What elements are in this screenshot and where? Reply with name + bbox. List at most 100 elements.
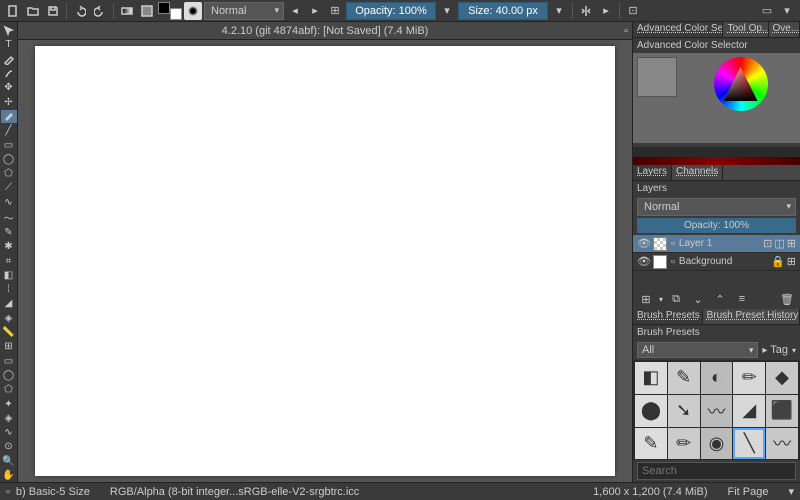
tag-filter-button[interactable]: ▸ Tag [760, 344, 790, 356]
workspace-menu-icon[interactable]: ▾ [778, 2, 796, 20]
tool-fill[interactable]: ◢ [1, 297, 17, 310]
tool-gradient[interactable]: ◧ [1, 269, 17, 282]
visibility-icon[interactable]: 👁 [637, 237, 649, 250]
mirror-v-button[interactable]: ▸ [597, 2, 615, 20]
opacity-slider[interactable]: Opacity: 100% [346, 2, 436, 20]
close-tab-icon[interactable]: ▫ [624, 25, 628, 37]
brush-preset[interactable]: ╲ [733, 428, 765, 460]
tool-edit-shape[interactable] [1, 53, 17, 66]
layer-properties-button[interactable]: ≡ [733, 290, 751, 308]
tool-assist[interactable]: ◈ [1, 312, 17, 325]
brush-preset[interactable]: ◉ [701, 428, 733, 460]
layer-name[interactable]: Background [679, 256, 767, 267]
blend-next-button[interactable]: ▸ [306, 2, 324, 20]
lock-icon[interactable]: 🔒 [771, 255, 785, 268]
redo-button[interactable] [91, 2, 109, 20]
brush-preset[interactable]: 〰 [701, 395, 733, 427]
layer-blend-combo[interactable]: Normal [637, 198, 796, 216]
brush-preset[interactable]: ✏ [668, 428, 700, 460]
tag-menu-icon[interactable]: ▾ [792, 346, 796, 355]
tool-picker[interactable]: ⁞ [1, 283, 17, 296]
brush-preset[interactable]: 〰 [766, 428, 798, 460]
layer-menu-icon[interactable]: ⊞ [787, 255, 796, 268]
brush-preset[interactable]: ➘ [668, 395, 700, 427]
tool-rectsel[interactable]: ▭ [1, 355, 17, 368]
undo-button[interactable] [71, 2, 89, 20]
last-color-swatch[interactable] [637, 57, 677, 97]
canvas[interactable] [35, 46, 615, 476]
pattern-icon[interactable] [138, 2, 156, 20]
layer-alpha-icon[interactable]: ◫ [774, 237, 784, 250]
tool-freehand[interactable]: 〜 [1, 210, 17, 225]
tool-arrow[interactable] [1, 24, 17, 37]
move-down-button[interactable]: ⌄ [689, 290, 707, 308]
duplicate-layer-button[interactable]: ⧉ [667, 290, 685, 308]
delete-layer-button[interactable]: 🗑 [778, 290, 796, 308]
statusbar-selector-icon[interactable]: ▫ [6, 486, 10, 498]
hue-history-strip[interactable] [633, 147, 800, 165]
workspace-button[interactable]: ▭ [758, 2, 776, 20]
tool-transform[interactable]: ✥ [1, 81, 17, 94]
tool-bezier[interactable]: ∿ [1, 196, 17, 209]
brush-preset[interactable]: ◧ [635, 362, 667, 394]
tab-brush-presets[interactable]: Brush Presets [633, 309, 703, 324]
opacity-menu-icon[interactable]: ▾ [438, 2, 456, 20]
tool-similar[interactable]: ◈ [1, 412, 17, 425]
tool-lasso[interactable]: ◯ [1, 369, 17, 382]
tool-rect[interactable]: ▭ [1, 138, 17, 151]
tool-zoom[interactable]: 🔍 [1, 455, 17, 468]
tool-text[interactable]: T [1, 38, 17, 51]
blend-mode-combo[interactable]: Normal [204, 2, 284, 20]
mirror-h-button[interactable] [577, 2, 595, 20]
brush-size-slider[interactable]: Size: 40.00 px [458, 2, 548, 20]
color-wheel[interactable] [714, 57, 768, 111]
tool-polyline[interactable]: ⟋ [1, 181, 17, 194]
layer-name[interactable]: Layer 1 [679, 238, 759, 249]
move-up-button[interactable]: ⌃ [711, 290, 729, 308]
tab-channels[interactable]: Channels [672, 165, 723, 180]
layer-row[interactable]: 👁 ▫ Background 🔒⊞ [633, 253, 800, 271]
tool-move[interactable]: ✢ [1, 95, 17, 108]
tool-brush[interactable] [1, 110, 17, 123]
visibility-icon[interactable]: 👁 [637, 255, 649, 268]
tool-magnetic[interactable]: ⊙ [1, 440, 17, 453]
tool-multibrush[interactable]: ✱ [1, 240, 17, 253]
brush-preset[interactable]: ✏ [733, 362, 765, 394]
brush-name-status[interactable]: b) Basic-5 Size [16, 486, 90, 498]
preset-search-input[interactable] [637, 462, 796, 480]
color-swatches[interactable] [158, 2, 182, 20]
brush-preset[interactable]: ✎ [668, 362, 700, 394]
brush-preset[interactable]: ◐ [701, 362, 733, 394]
brush-preset[interactable]: ⬤ [635, 395, 667, 427]
tool-contig[interactable]: ✦ [1, 397, 17, 410]
layer-row[interactable]: 👁 ▫ Layer 1 ⊡◫⊞ [633, 235, 800, 253]
new-file-button[interactable] [4, 2, 22, 20]
tool-beziersel[interactable]: ∿ [1, 426, 17, 439]
bg-color-swatch[interactable] [170, 8, 182, 20]
tab-tool-options[interactable]: Tool Op... [723, 22, 768, 37]
layer-opacity-slider[interactable]: Opacity: 100% [637, 218, 796, 233]
tool-polysel[interactable]: ⬠ [1, 383, 17, 396]
document-tab[interactable]: 4.2.10 (git 4874abf): [Not Saved] (7.4 M… [18, 22, 632, 40]
tool-calligraphy[interactable] [1, 67, 17, 80]
brush-preview-icon[interactable] [184, 2, 202, 20]
tab-brush-history[interactable]: Brush Preset History [703, 309, 800, 324]
save-file-button[interactable] [44, 2, 62, 20]
add-layer-button[interactable]: ⊞ [637, 290, 655, 308]
zoom-status[interactable]: Fit Page [728, 486, 769, 498]
tool-measure[interactable]: 📏 [1, 326, 17, 339]
add-layer-menu-icon[interactable]: ▾ [659, 295, 663, 304]
brush-preset[interactable]: ✎ [635, 428, 667, 460]
tool-line[interactable]: ╱ [1, 124, 17, 137]
tool-crop[interactable]: ⌗ [1, 254, 17, 267]
tool-ellipse[interactable]: ◯ [1, 153, 17, 166]
tab-layers[interactable]: Layers [633, 165, 672, 180]
brush-preset[interactable]: ◢ [733, 395, 765, 427]
tool-polygon[interactable]: ⬠ [1, 167, 17, 180]
brush-preset[interactable]: ⬛ [766, 395, 798, 427]
brush-preset[interactable]: ◆ [766, 362, 798, 394]
fg-color-swatch[interactable] [158, 2, 170, 14]
zoom-menu-icon[interactable]: ▾ [788, 485, 794, 498]
layer-menu-icon[interactable]: ⊞ [787, 237, 796, 250]
gradient-icon[interactable] [118, 2, 136, 20]
